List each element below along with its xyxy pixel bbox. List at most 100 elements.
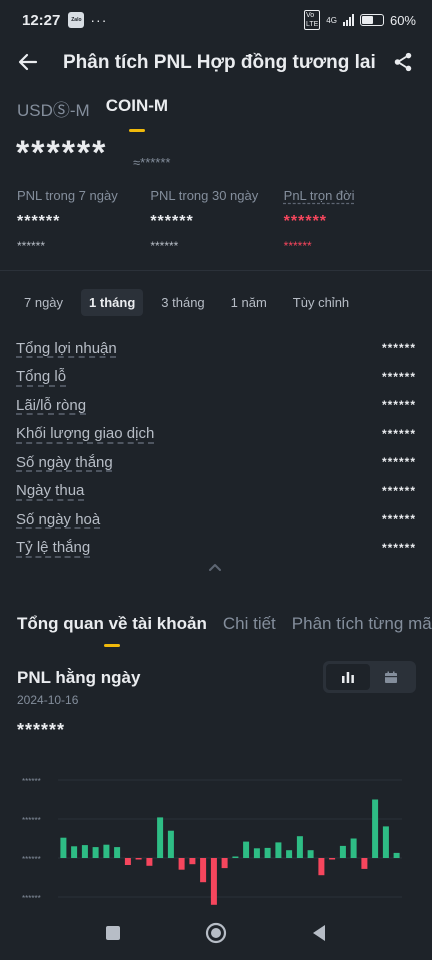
pnl-bar[interactable] — [114, 847, 121, 858]
calendar-icon — [385, 671, 398, 683]
pnl-lifetime-label[interactable]: PnL trọn đời — [284, 188, 417, 203]
balance-approx: ≈****** — [133, 155, 171, 170]
balance-value: ****** — [16, 134, 108, 172]
share-icon[interactable] — [392, 51, 414, 73]
system-nav-bar — [0, 905, 432, 960]
page-header: Phân tích PNL Hợp đồng tương lai — [0, 40, 432, 86]
status-right: Vo LTE 4G 60% — [303, 10, 416, 30]
section-tabs: Tổng quan về tài khoản Chi tiết Phân tíc… — [17, 614, 432, 644]
back-arrow-icon[interactable] — [16, 50, 40, 74]
pnl-bar[interactable] — [71, 846, 78, 858]
metric-label[interactable]: Tổng lợi nhuận — [16, 340, 117, 357]
pnl-7d-sub: ****** — [17, 239, 46, 253]
metric-label[interactable]: Tổng lỗ — [16, 368, 66, 385]
tab-coin-m[interactable]: COIN-M — [106, 96, 168, 129]
metric-value: ****** — [381, 483, 416, 498]
metric-row: Lãi/lỗ ròng ****** — [16, 391, 416, 420]
battery-percent: 60% — [389, 12, 416, 28]
tab-account-overview[interactable]: Tổng quan về tài khoản — [17, 614, 207, 644]
divider — [0, 270, 432, 271]
volte-icon: Vo LTE — [303, 10, 321, 30]
pnl-7d-value: ****** — [17, 213, 61, 230]
tab-usds-m[interactable]: USDⓈ-M — [17, 96, 90, 129]
metric-value: ****** — [381, 512, 416, 527]
y-tick-label: ****** — [22, 777, 41, 786]
pnl-bar[interactable] — [146, 858, 153, 866]
pnl-bar[interactable] — [264, 847, 271, 858]
more-notifications-icon: ··· — [90, 12, 108, 28]
pnl-bar[interactable] — [339, 845, 346, 858]
daily-pnl-chart: ****** ****** ****** ****** — [22, 777, 402, 905]
tab-per-symbol-analysis[interactable]: Phân tích từng mã — [292, 614, 432, 644]
metric-value: ****** — [381, 369, 416, 384]
metric-label[interactable]: Khối lượng giao dịch — [16, 425, 154, 442]
recent-apps-button[interactable] — [99, 919, 127, 947]
pnl-bar[interactable] — [372, 799, 379, 859]
pnl-bar[interactable] — [350, 838, 357, 859]
pnl-bar[interactable] — [200, 858, 207, 883]
metric-label[interactable]: Ngày thua — [16, 482, 84, 499]
pnl-bar[interactable] — [81, 845, 88, 858]
period-1y[interactable]: 1 năm — [223, 289, 275, 316]
calendar-view-button[interactable] — [370, 664, 414, 690]
metric-label[interactable]: Số ngày thắng — [16, 454, 113, 471]
pnl-bar[interactable] — [60, 837, 67, 858]
pnl-lifetime: PnL trọn đời ****** ****** — [284, 188, 417, 253]
bar-chart-view-button[interactable] — [326, 664, 370, 690]
pnl-bar[interactable] — [124, 858, 131, 865]
tab-details[interactable]: Chi tiết — [223, 614, 276, 644]
metric-label[interactable]: Tỷ lệ thắng — [16, 539, 90, 556]
battery-icon — [359, 14, 384, 26]
pnl-bar[interactable] — [393, 852, 400, 858]
pnl-bar[interactable] — [382, 826, 389, 858]
chart-title: PNL hằng ngày — [17, 668, 141, 687]
bar-chart-icon — [341, 672, 354, 683]
pnl-bar[interactable] — [243, 841, 250, 858]
triangle-back-icon — [313, 924, 325, 941]
pnl-bar[interactable] — [232, 856, 239, 859]
pnl-bar[interactable] — [286, 850, 293, 858]
y-tick-label: ****** — [22, 894, 41, 903]
pnl-bar[interactable] — [296, 836, 303, 858]
pnl-bar[interactable] — [329, 858, 336, 860]
metric-row: Khối lượng giao dịch ****** — [16, 420, 416, 449]
metric-label[interactable]: Lãi/lỗ ròng — [16, 397, 86, 414]
pnl-30d-label: PNL trong 30 ngày — [150, 188, 259, 203]
home-button[interactable] — [202, 919, 230, 947]
metric-value: ****** — [381, 341, 416, 356]
pnl-7d: PNL trong 7 ngày ****** ****** — [17, 188, 150, 253]
pnl-bar[interactable] — [135, 858, 142, 860]
metric-value: ****** — [381, 398, 416, 413]
pnl-bar[interactable] — [167, 830, 174, 858]
period-7d[interactable]: 7 ngày — [16, 289, 71, 316]
pnl-30d: PNL trong 30 ngày ****** ****** — [150, 188, 283, 253]
period-custom[interactable]: Tùy chỉnh — [285, 289, 357, 316]
pnl-bar[interactable] — [92, 847, 99, 858]
metric-label[interactable]: Số ngày hoà — [16, 511, 100, 528]
pnl-bar[interactable] — [318, 858, 325, 876]
zalo-icon: Zalo — [68, 12, 85, 28]
pnl-30d-value: ****** — [150, 213, 194, 230]
period-3m[interactable]: 3 tháng — [153, 289, 212, 316]
metrics-list: Tổng lợi nhuận ****** Tổng lỗ ****** Lãi/l… — [16, 334, 416, 562]
pnl-bar[interactable] — [361, 858, 368, 869]
pnl-30d-sub: ****** — [150, 239, 179, 253]
pnl-bar[interactable] — [189, 858, 196, 865]
back-button[interactable] — [305, 919, 333, 947]
pnl-bar[interactable] — [253, 848, 260, 859]
pnl-bar[interactable] — [307, 850, 314, 858]
chevron-up-icon[interactable] — [208, 562, 222, 572]
period-1m[interactable]: 1 tháng — [81, 289, 144, 316]
status-bar: 12:27 Zalo ··· Vo LTE 4G 60% — [0, 0, 432, 40]
pnl-bar[interactable] — [178, 858, 185, 870]
pnl-bar[interactable] — [221, 858, 228, 869]
metric-row: Tổng lỗ ****** — [16, 363, 416, 392]
y-tick-label: ****** — [22, 816, 41, 825]
metric-row: Số ngày hoà ****** — [16, 505, 416, 534]
metric-row: Tổng lợi nhuận ****** — [16, 334, 416, 363]
page-title: Phân tích PNL Hợp đồng tương lai — [63, 52, 376, 73]
pnl-bar[interactable] — [157, 817, 164, 858]
pnl-bar[interactable] — [103, 844, 110, 858]
pnl-bar[interactable] — [210, 858, 217, 905]
pnl-bar[interactable] — [275, 842, 282, 858]
